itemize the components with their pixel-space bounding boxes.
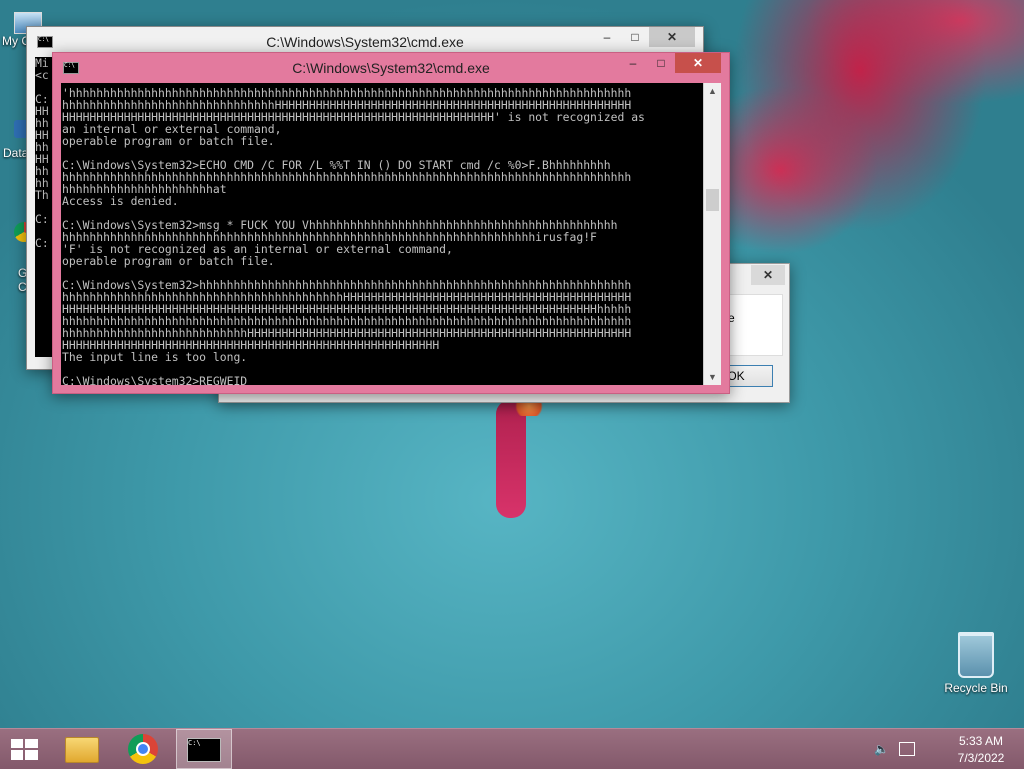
close-icon: ✕ — [666, 30, 678, 44]
close-icon: ✕ — [692, 56, 704, 70]
clock-time[interactable]: 5:33 AM — [946, 734, 1016, 748]
minimize-icon: – — [603, 30, 611, 44]
minimize-button[interactable]: – — [593, 27, 621, 47]
cmd-front-console[interactable]: 'hhhhhhhhhhhhhhhhhhhhhhhhhhhhhhhhhhhhhhh… — [61, 83, 703, 385]
scroll-thumb[interactable] — [706, 189, 719, 211]
scroll-up-arrow-icon[interactable]: ▲ — [704, 83, 721, 99]
recycle-bin-label: Recycle Bin — [944, 681, 1008, 695]
close-icon: ✕ — [762, 268, 774, 282]
close-button[interactable]: ✕ — [675, 53, 721, 73]
volume-muted-icon[interactable]: 🔈 — [874, 742, 890, 756]
chrome-icon — [128, 734, 158, 764]
console-line: operable program or batch file. — [62, 254, 275, 268]
minimize-button[interactable]: – — [619, 53, 647, 73]
maximize-icon: □ — [631, 30, 639, 44]
close-button[interactable]: ✕ — [649, 27, 695, 47]
minimize-icon: – — [629, 56, 637, 70]
dialog-close-button[interactable]: ✕ — [751, 265, 785, 285]
cmd-window-front[interactable]: C:\ C:\Windows\System32\cmd.exe – □ ✕ 'h… — [52, 52, 730, 394]
cmd-icon: C:\ — [37, 36, 53, 48]
recycle-bin-icon — [958, 632, 994, 678]
console-line: Access is denied. — [62, 194, 179, 208]
cmd-icon: C:\ — [63, 62, 79, 74]
taskbar-file-explorer[interactable] — [58, 729, 104, 769]
scroll-down-arrow-icon[interactable]: ▼ — [704, 369, 721, 385]
desktop-icon-recycle-bin[interactable]: Recycle Bin — [940, 632, 1012, 695]
maximize-icon: □ — [657, 56, 665, 70]
wallpaper-flower-stem — [496, 400, 526, 518]
console-line: The input line is too long. — [62, 350, 248, 364]
file-explorer-icon — [65, 737, 99, 763]
clock-date[interactable]: 7/3/2022 — [946, 751, 1016, 765]
cmd-icon: C:\ — [187, 738, 221, 762]
taskbar: C:\ 🔈 5:33 AM 7/3/2022 — [0, 728, 1024, 769]
cmd-window-front-titlebar[interactable]: C:\ C:\Windows\System32\cmd.exe – □ ✕ — [53, 53, 729, 83]
console-line: C:\Windows\System32>REGWEID_ — [62, 374, 255, 385]
maximize-button[interactable]: □ — [621, 27, 649, 47]
taskbar-cmd-active[interactable]: C:\ — [176, 729, 232, 769]
windows-logo-icon — [11, 739, 38, 760]
console-scrollbar[interactable]: ▲ ▼ — [703, 83, 721, 385]
start-button[interactable] — [0, 729, 48, 769]
maximize-button[interactable]: □ — [647, 53, 675, 73]
taskbar-chrome[interactable] — [120, 729, 166, 769]
console-line: operable program or batch file. — [62, 134, 275, 148]
network-icon[interactable] — [899, 742, 915, 756]
